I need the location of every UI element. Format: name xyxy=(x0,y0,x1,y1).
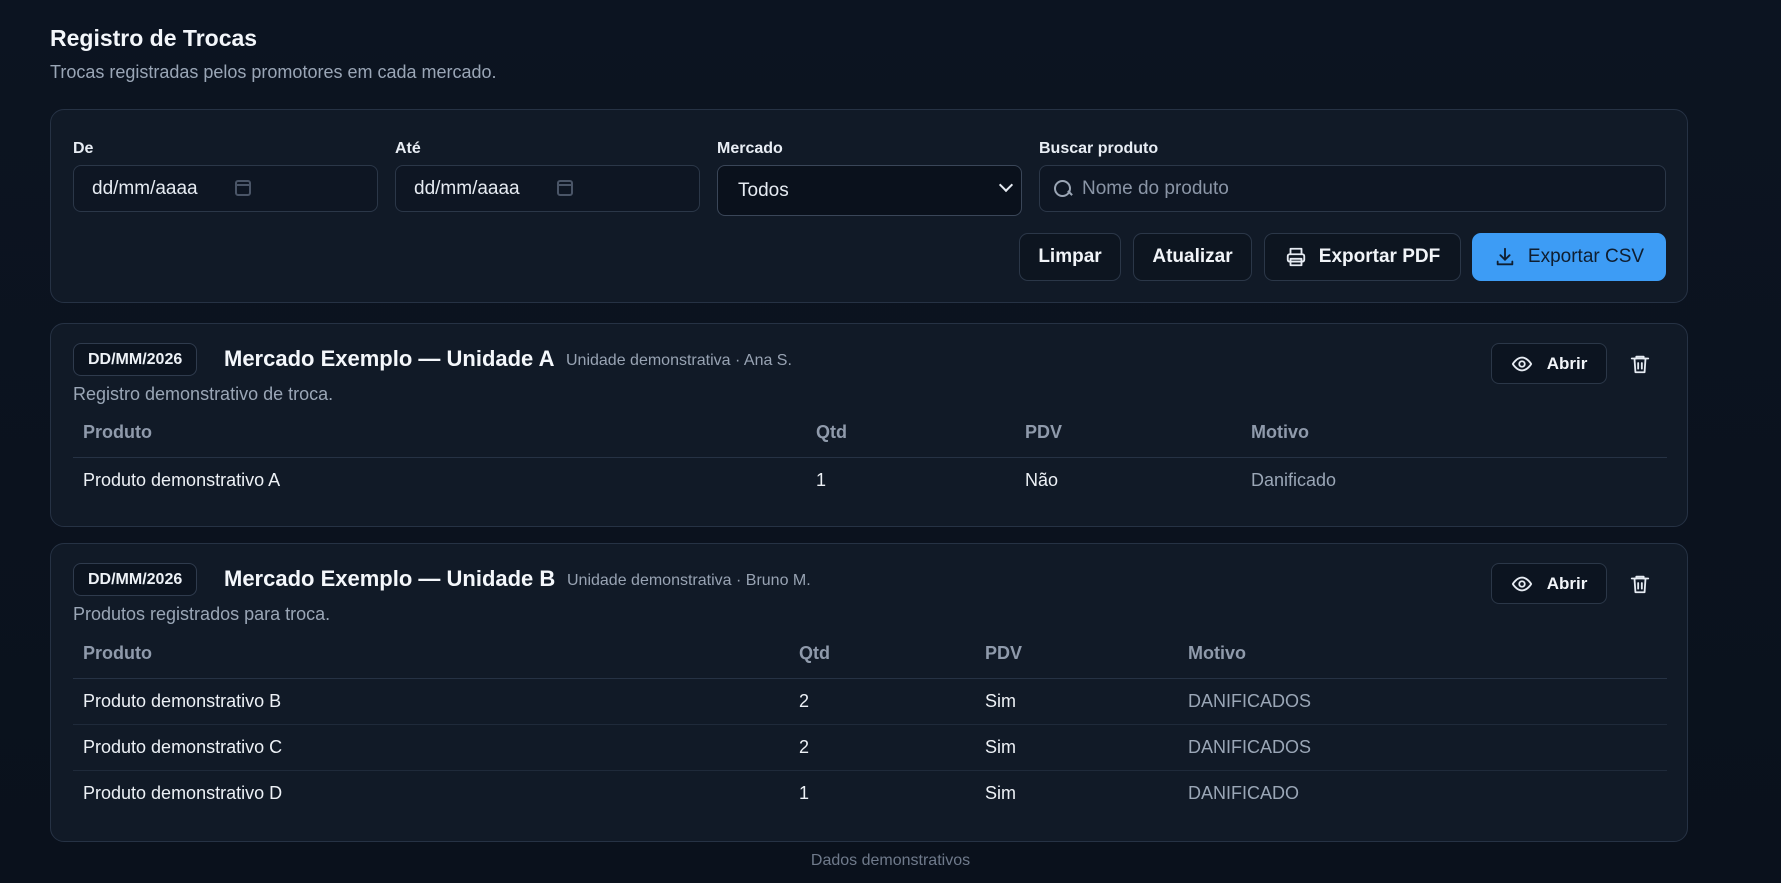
market-name: Mercado Exemplo — Unidade B xyxy=(224,566,556,591)
to-date-label: Até xyxy=(395,140,421,157)
calendar-icon[interactable] xyxy=(557,180,573,196)
to-date-input[interactable]: dd/mm/aaaa xyxy=(395,165,700,212)
to-date-value: dd/mm/aaaa xyxy=(414,177,520,199)
qty-cell: 2 xyxy=(789,678,975,725)
product-search-input[interactable]: Nome do produto xyxy=(1039,165,1666,212)
market-label: Mercado xyxy=(717,140,783,157)
pdv-cell: Sim xyxy=(975,678,1178,725)
eye-icon xyxy=(1511,576,1532,591)
open-button[interactable]: Abrir xyxy=(1491,563,1607,604)
page: Registro de Trocas Trocas registradas pe… xyxy=(50,22,1688,842)
from-date-label: De xyxy=(73,140,94,157)
page-subtitle: Trocas registradas pelos promotores em c… xyxy=(50,62,497,82)
printer-icon xyxy=(1286,247,1305,267)
column-header: Qtd xyxy=(789,630,975,679)
export-csv-label: Exportar CSV xyxy=(1527,246,1645,267)
clear-button-label: Limpar xyxy=(1038,246,1102,267)
open-button-label: Abrir xyxy=(1546,573,1588,593)
market-select[interactable]: Todos xyxy=(717,165,1022,216)
qty-cell: 2 xyxy=(789,724,975,771)
table-row: Produto demonstrativo A 1 Não Danificado xyxy=(73,457,1667,503)
unit-name: Unidade demonstrativa xyxy=(567,572,732,589)
products-table: Produto Qtd PDV Motivo Produto demonstra… xyxy=(73,630,1667,816)
column-header: Produto xyxy=(73,409,806,458)
eye-icon xyxy=(1511,356,1532,371)
reason-cell: Danificado xyxy=(1251,469,1337,490)
download-icon xyxy=(1496,247,1514,266)
refresh-button[interactable]: Atualizar xyxy=(1133,233,1252,281)
pdv-cell: Sim xyxy=(985,782,1016,803)
table-header-row: Produto Qtd PDV Motivo xyxy=(73,630,1667,679)
meta-separator: · xyxy=(735,352,741,369)
exchange-record: DD/MM/2026 Mercado Exemplo — Unidade B U… xyxy=(50,543,1688,842)
product-cell: Produto demonstrativo D xyxy=(83,782,283,803)
open-button-label: Abrir xyxy=(1546,353,1588,373)
table-row: Produto demonstrativo C 2 Sim DANIFICADO… xyxy=(73,724,1667,771)
from-date-input[interactable]: dd/mm/aaaa xyxy=(73,165,378,212)
record-meta: Unidade demonstrativa · Ana S. xyxy=(566,351,792,371)
reason-cell: DANIFICADOS xyxy=(1178,724,1667,771)
unit-name: Unidade demonstrativa xyxy=(566,352,731,369)
column-header: Qtd xyxy=(806,409,1015,458)
table-header-row: Produto Qtd PDV Motivo xyxy=(73,409,1667,458)
filters-panel: De dd/mm/aaaa Até dd/mm/aaaa Mercado Tod… xyxy=(50,109,1688,303)
export-csv-button[interactable]: Exportar CSV xyxy=(1472,233,1666,281)
refresh-button-label: Atualizar xyxy=(1152,246,1233,267)
record-description: Produtos registrados para troca. xyxy=(73,604,331,624)
promoter-name: Bruno M. xyxy=(745,572,811,589)
search-label: Buscar produto xyxy=(1039,140,1159,157)
record-description: Registro demonstrativo de troca. xyxy=(73,384,334,404)
qty-cell: 1 xyxy=(799,782,810,803)
pdv-cell: Não xyxy=(1025,469,1059,490)
date-badge: DD/MM/2026 xyxy=(73,343,198,376)
search-placeholder: Nome do produto xyxy=(1082,177,1229,199)
column-header: Motivo xyxy=(1178,630,1667,679)
date-badge: DD/MM/2026 xyxy=(73,563,198,596)
pdv-cell: Sim xyxy=(975,724,1178,771)
market-select-value: Todos xyxy=(738,179,789,201)
footer-note: Dados demonstrativos xyxy=(810,852,971,869)
search-icon xyxy=(1054,179,1072,198)
record-meta: Unidade demonstrativa · Bruno M. xyxy=(567,571,811,591)
meta-separator: · xyxy=(736,572,742,589)
trash-icon[interactable] xyxy=(1629,353,1651,375)
column-header: PDV xyxy=(1015,409,1241,458)
product-cell: Produto demonstrativo B xyxy=(73,678,789,725)
products-table: Produto Qtd PDV Motivo Produto demonstra… xyxy=(73,409,1667,503)
column-header: Motivo xyxy=(1241,409,1667,458)
from-date-value: dd/mm/aaaa xyxy=(92,177,198,199)
reason-cell: DANIFICADOS xyxy=(1178,678,1667,725)
table-row: Produto demonstrativo D 1 Sim DANIFICADO xyxy=(73,770,1667,816)
qty-cell: 1 xyxy=(816,469,827,490)
table-row: Produto demonstrativo B 2 Sim DANIFICADO… xyxy=(73,678,1667,725)
column-header: Produto xyxy=(73,630,789,679)
exchange-record: DD/MM/2026 Mercado Exemplo — Unidade A U… xyxy=(50,323,1688,527)
export-pdf-button[interactable]: Exportar PDF xyxy=(1264,233,1461,281)
product-cell: Produto demonstrativo A xyxy=(83,469,281,490)
page-title: Registro de Trocas xyxy=(50,25,258,51)
chevron-down-icon xyxy=(998,177,1014,193)
trash-icon[interactable] xyxy=(1629,573,1651,595)
export-pdf-label: Exportar PDF xyxy=(1318,246,1441,267)
clear-button[interactable]: Limpar xyxy=(1019,233,1121,281)
calendar-icon[interactable] xyxy=(235,180,251,196)
column-header: PDV xyxy=(975,630,1178,679)
open-button[interactable]: Abrir xyxy=(1491,343,1607,384)
reason-cell: DANIFICADO xyxy=(1188,782,1300,803)
market-name: Mercado Exemplo — Unidade A xyxy=(224,346,555,371)
promoter-name: Ana S. xyxy=(743,352,792,369)
product-cell: Produto demonstrativo C xyxy=(73,724,789,771)
